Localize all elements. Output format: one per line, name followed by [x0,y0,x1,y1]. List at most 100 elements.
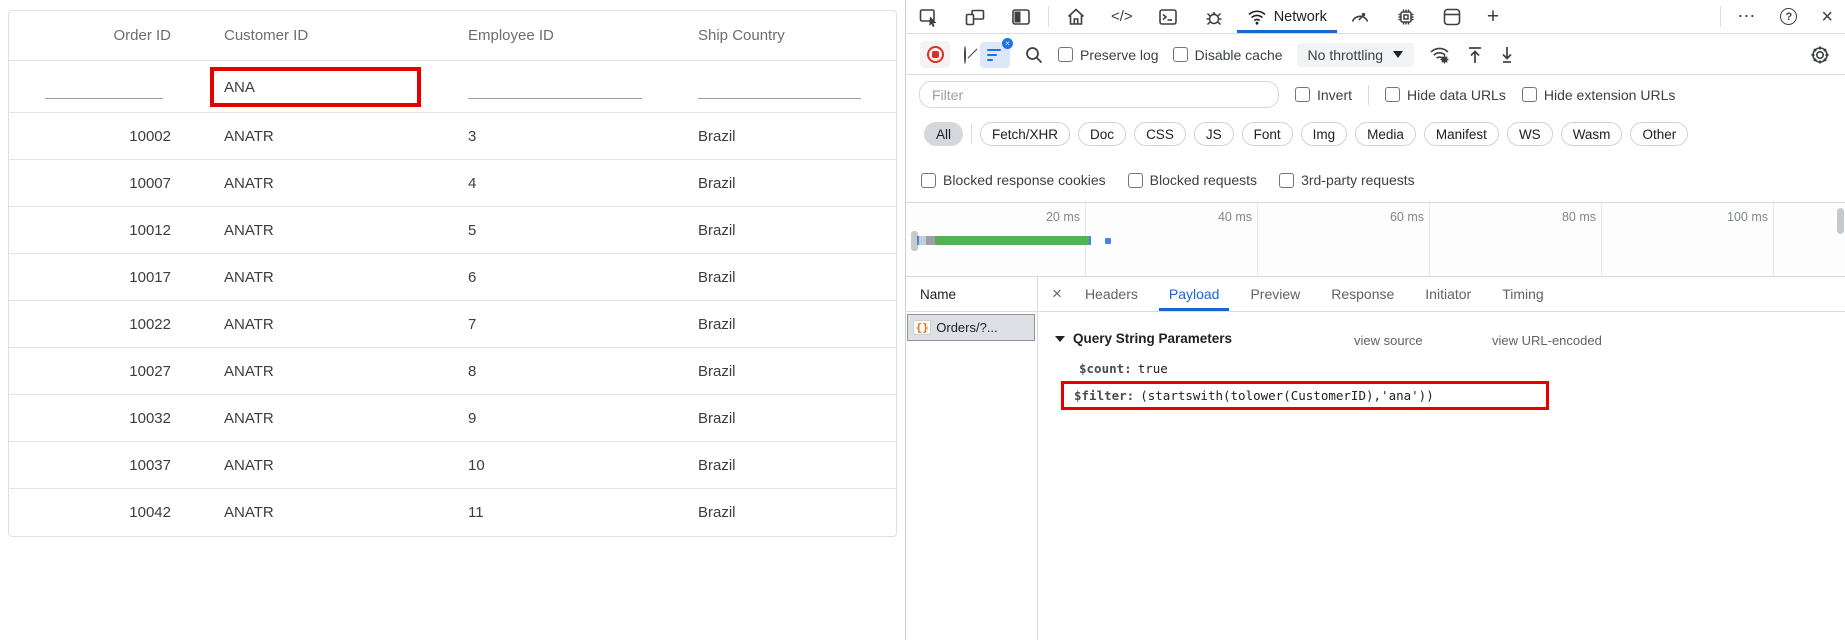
checkbox-icon [1385,87,1400,102]
devtools-more-options-button[interactable]: ⋯ [1725,0,1768,33]
preserve-log-checkbox[interactable]: Preserve log [1058,47,1159,63]
more-tabs-button[interactable]: + [1475,0,1511,33]
cell-ship-country: Brazil [661,410,898,427]
column-header-ship-country[interactable]: Ship Country [661,27,898,44]
cell-customer-id: ANATR [181,316,431,333]
cell-customer-id: ANATR [181,269,431,286]
bug-icon [1203,6,1225,28]
plus-icon: + [1487,6,1499,27]
cell-ship-country: Brazil [661,504,898,521]
name-column-header[interactable]: Name [906,277,1037,312]
column-header-employee-id[interactable]: Employee ID [431,27,661,44]
tab-memory[interactable] [1383,0,1429,33]
request-row-orders[interactable]: {} Orders/?... [907,314,1035,341]
search-network-button[interactable] [1024,45,1044,65]
cell-order-id: 10022 [9,316,181,333]
tab-network[interactable]: Network [1237,0,1337,33]
tab-console[interactable] [1145,0,1191,33]
tab-application[interactable] [1429,0,1475,33]
filter-row-separator [1368,85,1369,105]
pill-other[interactable]: Other [1630,122,1688,146]
filter-text-input[interactable] [919,81,1279,108]
network-settings-button[interactable] [1809,44,1831,66]
third-party-requests-checkbox[interactable]: 3rd-party requests [1279,172,1415,188]
hide-data-urls-label: Hide data URLs [1407,87,1506,103]
blocked-response-cookies-checkbox[interactable]: Blocked response cookies [921,172,1106,188]
inspect-icon [918,6,940,28]
devtools-help-button[interactable]: ? [1768,0,1809,33]
export-har-button[interactable] [1498,45,1516,65]
pill-font[interactable]: Font [1242,122,1293,146]
details-tab-bar: × Headers Payload Preview Response Initi… [1038,277,1845,312]
invert-label: Invert [1317,87,1352,103]
close-icon: × [1821,7,1833,27]
network-toolbar: × Preserve log Disable cache No throttli… [906,35,1845,75]
cell-employee-id: 4 [431,175,661,192]
hide-extension-urls-checkbox[interactable]: Hide extension URLs [1522,87,1676,103]
tab-welcome[interactable] [1053,0,1099,33]
tab-response[interactable]: Response [1321,277,1404,311]
pill-js[interactable]: JS [1194,122,1234,146]
throttling-dropdown[interactable]: No throttling [1297,43,1414,67]
tab-sources[interactable] [1191,0,1237,33]
param-name: $filter: [1074,388,1134,403]
view-source-link[interactable]: view source [1354,333,1423,348]
tab-headers[interactable]: Headers [1075,277,1148,311]
inspect-element-button[interactable] [906,0,952,33]
orders-data-grid: Order ID Customer ID Employee ID Ship Co… [8,10,897,537]
tab-preview[interactable]: Preview [1240,277,1310,311]
panel-layout-button[interactable] [998,0,1044,33]
table-row: 10012 ANATR 5 Brazil [9,207,896,254]
network-conditions-button[interactable] [1428,44,1452,66]
hide-data-urls-checkbox[interactable]: Hide data URLs [1385,87,1506,103]
import-har-button[interactable] [1466,45,1484,65]
filter-input-ship-country[interactable] [698,75,861,99]
hide-extension-urls-label: Hide extension URLs [1544,87,1676,103]
table-row: 10017 ANATR 6 Brazil [9,254,896,301]
cell-employee-id: 3 [431,128,661,145]
filter-input-customer-id[interactable] [214,79,417,96]
column-header-customer-id[interactable]: Customer ID [181,27,431,44]
request-name-label: Orders/?... [936,320,997,335]
request-waterfall-bar[interactable] [917,236,1091,245]
pill-img[interactable]: Img [1301,122,1348,146]
filter-input-employee-id[interactable] [468,75,642,99]
query-string-parameters-section[interactable]: Query String Parameters [1055,331,1232,346]
tab-initiator[interactable]: Initiator [1415,277,1481,311]
pill-manifest[interactable]: Manifest [1424,122,1499,146]
device-emulation-button[interactable] [952,0,998,33]
cell-ship-country: Brazil [661,128,898,145]
filter-input-order-id[interactable] [45,75,163,99]
table-row: 10022 ANATR 7 Brazil [9,301,896,348]
param-value: true [1138,361,1168,376]
blocked-requests-checkbox[interactable]: Blocked requests [1128,172,1257,188]
filter-active-badge: × [1002,38,1013,49]
invert-checkbox[interactable]: Invert [1295,87,1352,103]
pill-all[interactable]: All [924,122,963,146]
column-header-order-id[interactable]: Order ID [9,27,181,44]
clear-network-log-button[interactable] [964,47,966,63]
close-details-button[interactable]: × [1038,277,1075,311]
cell-employee-id: 11 [431,504,661,521]
pill-css[interactable]: CSS [1134,122,1186,146]
tab-performance[interactable] [1337,0,1383,33]
pill-fetch-xhr[interactable]: Fetch/XHR [980,122,1070,146]
disable-cache-checkbox[interactable]: Disable cache [1173,47,1283,63]
pill-ws[interactable]: WS [1507,122,1553,146]
timeline-gridline [1257,203,1258,276]
checkbox-icon [1295,87,1310,102]
toggle-filter-button[interactable]: × [980,42,1010,68]
view-url-encoded-link[interactable]: view URL-encoded [1492,333,1602,348]
pill-media[interactable]: Media [1355,122,1416,146]
tab-payload[interactable]: Payload [1159,277,1230,311]
requests-name-column: Name {} Orders/?... [906,277,1038,640]
devtools-close-button[interactable]: × [1809,0,1845,33]
tab-timing[interactable]: Timing [1492,277,1554,311]
network-wifi-icon [1247,8,1267,26]
network-overview-timeline[interactable]: 20 ms 40 ms 60 ms 80 ms 100 ms [906,202,1845,277]
pill-doc[interactable]: Doc [1078,122,1126,146]
tab-elements[interactable]: </> [1099,0,1145,33]
pill-wasm[interactable]: Wasm [1561,122,1623,146]
record-network-log-button[interactable] [920,41,950,68]
timeline-scrollbar-thumb[interactable] [1837,208,1844,234]
